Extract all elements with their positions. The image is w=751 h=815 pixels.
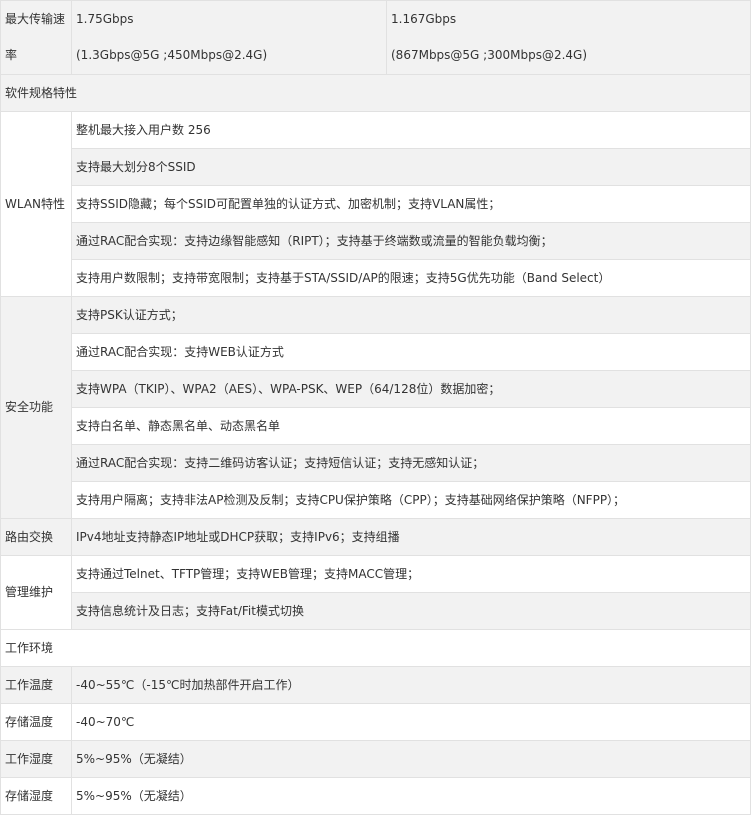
management-item: 支持信息统计及日志；支持Fat/Fit模式切换	[71, 592, 751, 630]
spec-table: 最大传输速 率 1.75Gbps (1.3Gbps@5G ;450Mbps@2.…	[0, 0, 751, 815]
environment-label: 存储温度	[0, 703, 72, 741]
wlan-item: 通过RAC配合实现：支持边缘智能感知（RIPT）；支持基于终端数或流量的智能负载…	[71, 222, 751, 260]
environment-value: -40~70℃	[71, 703, 751, 741]
software-section-row: 软件规格特性	[0, 74, 751, 112]
security-row: 支持用户隔离；支持非法AP检测及反制；支持CPU保护策略（CPP）；支持基础网络…	[1, 481, 751, 519]
security-row: 支持白名单、静态黑名单、动态黑名单	[1, 407, 751, 445]
routing-row: 路由交换 IPv4地址支持静态IP地址或DHCP获取；支持IPv6；支持组播	[0, 518, 751, 556]
environment-row: 存储温度 -40~70℃	[0, 703, 751, 741]
environment-row: 存储湿度 5%~95%（无凝结）	[0, 777, 751, 815]
environment-row: 工作湿度 5%~95%（无凝结）	[0, 740, 751, 778]
security-row: 安全功能 支持PSK认证方式；	[0, 296, 751, 519]
environment-value: 5%~95%（无凝结）	[71, 740, 751, 778]
wlan-row: 支持最大划分8个SSID	[1, 148, 751, 186]
security-row: 支持WPA（TKIP）、WPA2（AES）、WPA-PSK、WEP（64/128…	[1, 370, 751, 408]
management-row: 管理维护 支持通过Telnet、TFTP管理；支持WEB管理；支持MACC管理；	[0, 555, 751, 630]
speed-value-a: 1.75Gbps (1.3Gbps@5G ;450Mbps@2.4G)	[71, 0, 387, 75]
environment-label: 工作温度	[0, 666, 72, 704]
security-item: 支持PSK认证方式；	[71, 296, 751, 334]
security-row: 通过RAC配合实现：支持二维码访客认证；支持短信认证；支持无感知认证；	[1, 444, 751, 482]
environment-value: 5%~95%（无凝结）	[71, 777, 751, 815]
environment-label: 存储湿度	[0, 777, 72, 815]
environment-section-title: 工作环境	[0, 629, 751, 667]
management-item: 支持通过Telnet、TFTP管理；支持WEB管理；支持MACC管理；	[71, 555, 751, 593]
management-row: 支持信息统计及日志；支持Fat/Fit模式切换	[1, 592, 751, 630]
security-item: 支持WPA（TKIP）、WPA2（AES）、WPA-PSK、WEP（64/128…	[71, 370, 751, 408]
wlan-row: WLAN特性 整机最大接入用户数 256	[0, 111, 751, 297]
environment-value: -40~55℃（-15℃时加热部件开启工作）	[71, 666, 751, 704]
routing-label: 路由交换	[0, 518, 72, 556]
wlan-label: WLAN特性	[0, 111, 72, 297]
management-label: 管理维护	[0, 555, 72, 630]
wlan-item: 支持最大划分8个SSID	[71, 148, 751, 186]
environment-section-row: 工作环境	[0, 629, 751, 667]
wlan-row: 支持用户数限制；支持带宽限制；支持基于STA/SSID/AP的限速；支持5G优先…	[1, 259, 751, 297]
routing-value: IPv4地址支持静态IP地址或DHCP获取；支持IPv6；支持组播	[71, 518, 751, 556]
speed-label: 最大传输速 率	[0, 0, 72, 75]
security-row: 通过RAC配合实现：支持WEB认证方式	[1, 333, 751, 371]
security-item: 支持白名单、静态黑名单、动态黑名单	[71, 407, 751, 445]
speed-value-b: 1.167Gbps (867Mbps@5G ;300Mbps@2.4G)	[386, 0, 751, 75]
speed-row: 最大传输速 率 1.75Gbps (1.3Gbps@5G ;450Mbps@2.…	[0, 0, 751, 75]
software-section-title: 软件规格特性	[0, 74, 751, 112]
wlan-item: 支持用户数限制；支持带宽限制；支持基于STA/SSID/AP的限速；支持5G优先…	[71, 259, 751, 297]
security-item: 通过RAC配合实现：支持二维码访客认证；支持短信认证；支持无感知认证；	[71, 444, 751, 482]
wlan-item: 整机最大接入用户数 256	[71, 111, 751, 149]
wlan-item: 支持SSID隐藏；每个SSID可配置单独的认证方式、加密机制；支持VLAN属性；	[71, 185, 751, 223]
environment-label: 工作湿度	[0, 740, 72, 778]
security-label: 安全功能	[0, 296, 72, 519]
security-item: 通过RAC配合实现：支持WEB认证方式	[71, 333, 751, 371]
security-item: 支持用户隔离；支持非法AP检测及反制；支持CPU保护策略（CPP）；支持基础网络…	[71, 481, 751, 519]
wlan-row: 通过RAC配合实现：支持边缘智能感知（RIPT）；支持基于终端数或流量的智能负载…	[1, 222, 751, 260]
environment-row: 工作温度 -40~55℃（-15℃时加热部件开启工作）	[0, 666, 751, 704]
wlan-row: 支持SSID隐藏；每个SSID可配置单独的认证方式、加密机制；支持VLAN属性；	[1, 185, 751, 223]
